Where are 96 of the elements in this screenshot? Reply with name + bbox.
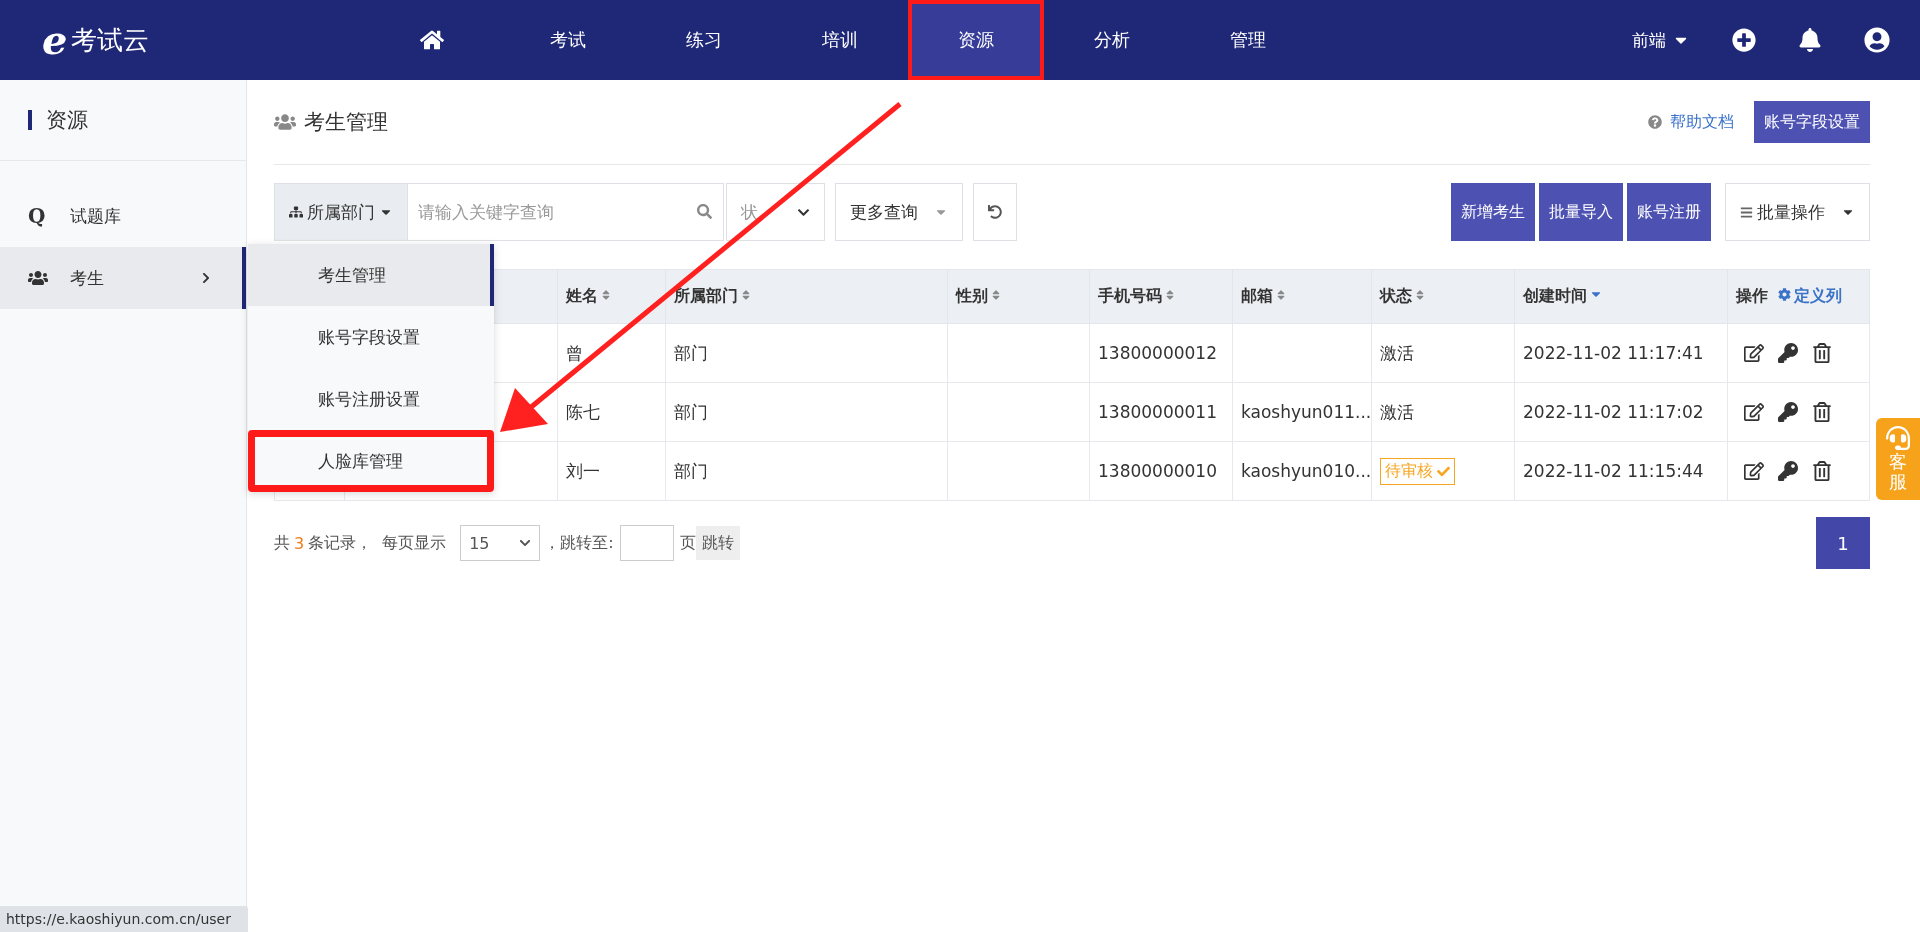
- sort-icon: [600, 289, 612, 301]
- table-cell: 13800000010: [1089, 441, 1233, 501]
- search-icon[interactable]: [697, 204, 712, 219]
- jump-label: ，跳转至:: [544, 532, 614, 554]
- status-text: 激活: [1380, 401, 1414, 422]
- logo-mark: e: [42, 20, 68, 60]
- logo-text: 考试云: [71, 23, 150, 57]
- add-icon[interactable]: [1732, 28, 1756, 52]
- submenu-item[interactable]: 人脸库管理: [248, 430, 494, 492]
- sidebar-title: 资源: [46, 107, 88, 134]
- user-menu[interactable]: 前端: [1632, 28, 1690, 52]
- users-icon: [28, 268, 48, 288]
- action-button[interactable]: 新增考生: [1451, 183, 1535, 241]
- key-icon[interactable]: [1778, 343, 1798, 363]
- page-button[interactable]: 1: [1816, 517, 1870, 569]
- record-count: 3: [294, 533, 305, 553]
- sort-icon: [740, 289, 752, 301]
- key-icon[interactable]: [1778, 461, 1798, 481]
- trash-icon[interactable]: [1812, 461, 1832, 481]
- user-icon[interactable]: [1864, 27, 1890, 53]
- sort-icon: [1164, 289, 1176, 301]
- table-cell: 部门: [665, 441, 948, 501]
- column-header[interactable]: 邮箱: [1232, 269, 1372, 324]
- column-header[interactable]: 状态: [1371, 269, 1515, 324]
- search-field[interactable]: 请输入关键字查询: [408, 183, 724, 241]
- page-unit-label: 页: [679, 532, 696, 554]
- more-filter[interactable]: 更多查询: [835, 183, 963, 241]
- q-icon: Q: [28, 204, 48, 228]
- record-count-label: 条记录，: [308, 532, 373, 554]
- per-page-select[interactable]: 15: [460, 525, 541, 561]
- column-header[interactable]: 姓名: [557, 269, 666, 324]
- submenu-item[interactable]: 考生管理: [248, 244, 494, 306]
- table-cell: 2022-11-02 11:17:41: [1514, 323, 1728, 383]
- chevron-icon: [200, 272, 212, 284]
- nav-tab[interactable]: 考试: [500, 0, 636, 80]
- table-cell: 刘一: [557, 441, 666, 501]
- sort-icon: [990, 289, 1002, 301]
- users-icon: [274, 111, 296, 133]
- nav-tab[interactable]: 培训: [772, 0, 908, 80]
- refresh-icon: [988, 205, 1002, 219]
- column-header[interactable]: 创建时间: [1514, 269, 1728, 324]
- table-cell: 部门: [665, 323, 948, 383]
- column-header[interactable]: 手机号码: [1089, 269, 1233, 324]
- refresh-button[interactable]: [973, 183, 1017, 241]
- title-bar: [28, 110, 32, 130]
- page-title: 考生管理: [304, 109, 388, 136]
- action-button[interactable]: 账号注册: [1627, 183, 1711, 241]
- department-filter[interactable]: 所属部门: [274, 183, 408, 241]
- nav-tab[interactable]: 管理: [1180, 0, 1316, 80]
- edit-icon[interactable]: [1744, 343, 1764, 363]
- trash-icon[interactable]: [1812, 343, 1832, 363]
- jump-button[interactable]: 跳转: [695, 526, 740, 560]
- status-text: 激活: [1380, 342, 1414, 363]
- column-header[interactable]: 所属部门: [665, 269, 948, 324]
- nav-tab[interactable]: 练习: [636, 0, 772, 80]
- edit-icon[interactable]: [1744, 402, 1764, 422]
- trash-icon[interactable]: [1812, 402, 1832, 422]
- check-icon[interactable]: [1437, 464, 1450, 478]
- table-cell: kaoshyun010...: [1232, 441, 1372, 501]
- per-page-label: 每页显示: [382, 532, 447, 554]
- headset-icon: [1886, 426, 1910, 451]
- table-cell: kaoshyun011...: [1232, 382, 1372, 442]
- submenu-item[interactable]: 账号注册设置: [248, 368, 494, 430]
- table-cell: 2022-11-02 11:17:02: [1514, 382, 1728, 442]
- table-cell: 13800000012: [1089, 323, 1233, 383]
- gear-icon: [1778, 288, 1791, 301]
- record-count-label: 共: [274, 532, 290, 554]
- table-cell: 陈七: [557, 382, 666, 442]
- help-icon: [1648, 115, 1662, 129]
- page-input[interactable]: [619, 525, 674, 561]
- sort-icon: [1414, 289, 1426, 301]
- define-columns-link[interactable]: 定义列: [1794, 286, 1842, 305]
- status-badge: 待审核: [1380, 457, 1455, 485]
- table-cell: 13800000011: [1089, 382, 1233, 442]
- sidebar-item[interactable]: Q 试题库: [0, 185, 246, 247]
- chevron-icon: [519, 537, 532, 549]
- batch-menu[interactable]: 批量操作: [1725, 183, 1870, 241]
- hierarchy-icon: [289, 205, 303, 219]
- table-cell: 部门: [665, 382, 948, 442]
- menu-icon: [1740, 205, 1753, 219]
- help-link[interactable]: 帮助文档: [1670, 111, 1734, 133]
- sidebar-item[interactable]: 考生: [0, 247, 246, 309]
- sort-icon: [1275, 289, 1287, 301]
- table-cell: 2022-11-02 11:15:44: [1514, 441, 1728, 501]
- bell-icon[interactable]: [1798, 28, 1822, 52]
- column-header[interactable]: 性别: [947, 269, 1090, 324]
- column-header[interactable]: 操作 定义列: [1727, 269, 1870, 324]
- submenu-item[interactable]: 账号字段设置: [248, 306, 494, 368]
- field-settings-button[interactable]: 账号字段设置: [1754, 101, 1870, 143]
- action-button[interactable]: 批量导入: [1539, 183, 1623, 241]
- nav-tab[interactable]: 分析: [1044, 0, 1180, 80]
- home-icon: [420, 28, 444, 52]
- nav-tab[interactable]: 资源: [908, 0, 1044, 80]
- edit-icon[interactable]: [1744, 461, 1764, 481]
- status-url: https://e.kaoshiyun.com.cn/user: [0, 906, 248, 932]
- key-icon[interactable]: [1778, 402, 1798, 422]
